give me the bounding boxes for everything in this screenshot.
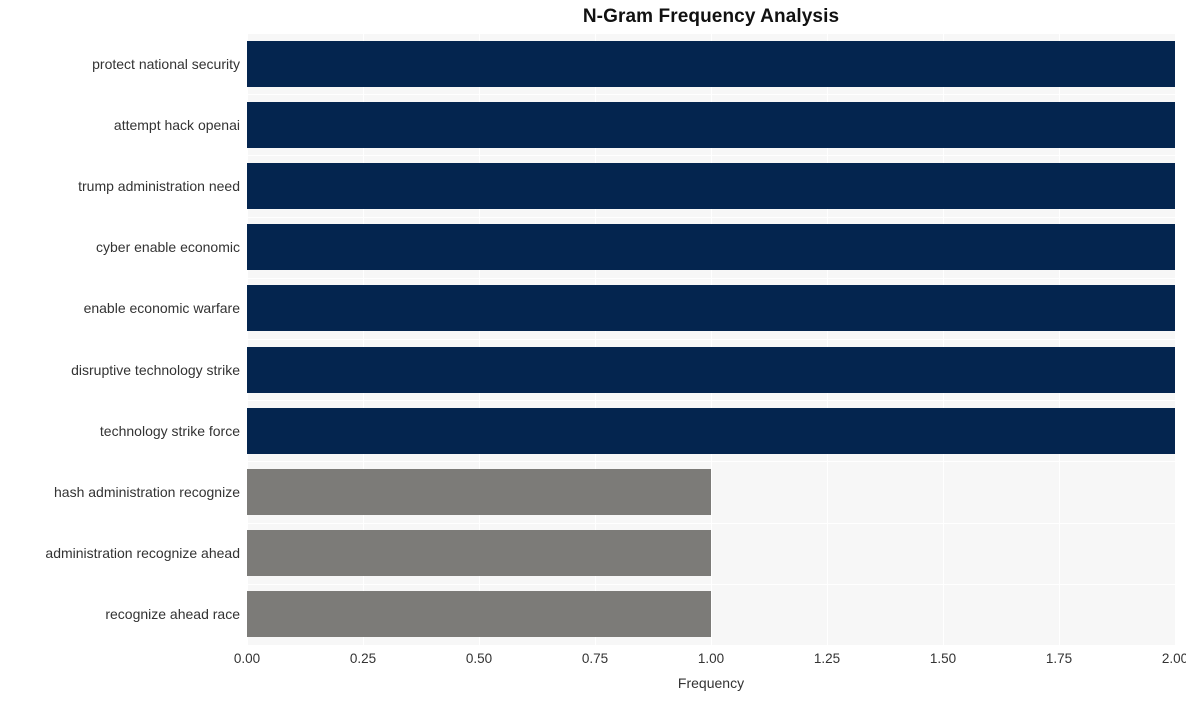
y-axis-tick-label: enable economic warfare [83,300,240,317]
x-axis-label: Frequency [677,675,745,691]
bar[interactable] [247,530,711,577]
y-axis-tick-label: administration recognize ahead [45,545,240,562]
bar[interactable] [247,40,1175,87]
gridline-vertical [1175,33,1176,645]
x-axis-tick-label: 1.50 [929,651,957,666]
x-axis-tick-label: 1.00 [697,651,725,666]
x-axis: 0.00 0.25 0.50 0.75 1.00 1.25 1.50 1.75 2.00 [234,645,1186,671]
bar[interactable] [247,285,1175,332]
y-axis: protect national security attempt hack op… [0,33,247,645]
x-axis-tick-label: 1.25 [813,651,841,666]
y-axis-tick-label: trump administration need [78,178,240,194]
y-axis-tick-label: recognize ahead race [105,606,240,623]
plot-area [247,33,1176,646]
x-axis-tick-label: 0.25 [349,651,377,666]
chart-title: N-Gram Frequency Analysis [582,6,840,27]
y-axis-tick-label: attempt hack openai [113,116,240,133]
bar[interactable] [247,407,1175,454]
y-axis-tick-label: disruptive technology strike [71,361,240,378]
bar[interactable] [247,224,1175,271]
y-axis-tick-label: cyber enable economic [96,239,240,256]
ngram-frequency-chart: N-Gram Frequency Analysis protect nation… [0,0,1186,701]
bar[interactable] [247,469,711,515]
bar[interactable] [247,346,1175,393]
y-axis-tick-label: hash administration recognize [54,484,240,500]
y-axis-tick-label: technology strike force [99,422,240,439]
x-axis-tick-label: 0.00 [233,651,261,666]
x-axis-tick-label: 2.00 [1161,651,1186,666]
bar[interactable] [247,591,711,638]
x-axis-tick-label: 0.50 [465,651,493,666]
x-axis-tick-label: 1.75 [1045,651,1073,666]
bar[interactable] [247,101,1175,148]
y-axis-tick-label: protect national security [92,55,240,72]
bar[interactable] [247,163,1175,209]
x-axis-tick-label: 0.75 [581,651,609,666]
